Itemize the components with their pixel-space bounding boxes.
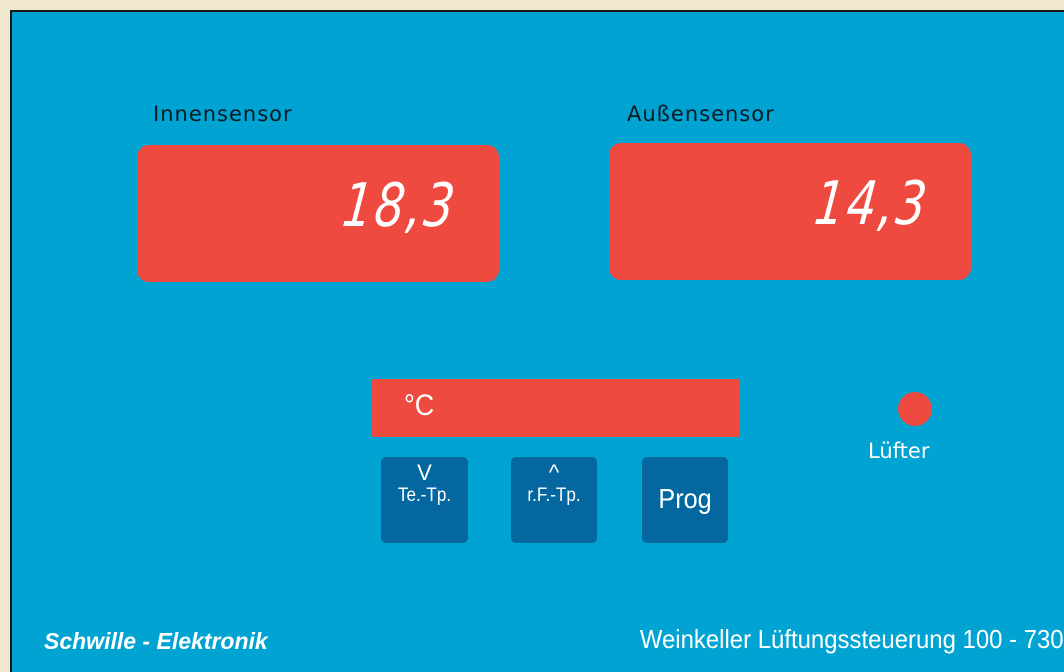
led-dot-icon xyxy=(898,392,932,426)
prog-button[interactable]: Prog xyxy=(642,457,728,543)
outer-sensor-display: 14,3 xyxy=(609,143,971,280)
brand-name: Schwille - Elektronik xyxy=(44,628,268,654)
unit-text: °C xyxy=(404,389,435,422)
humidity-up-button[interactable]: ^ r.F.-Tp. xyxy=(511,457,597,543)
product-name: Weinkeller Lüftungssteuerung 100 - 730 xyxy=(640,624,1064,654)
fan-label: Lüfter xyxy=(868,439,930,463)
inner-sensor-label: Innensensor xyxy=(153,102,293,126)
outer-sensor-label: Außensensor xyxy=(627,102,775,126)
inner-sensor-reading: 18,3 xyxy=(339,171,461,241)
outer-sensor-reading: 14,3 xyxy=(811,169,933,239)
control-panel: Innensensor 18,3 Außensensor 14,3 °C V T… xyxy=(10,10,1064,672)
up-arrow-icon: ^ xyxy=(548,460,560,485)
humidity-up-label: r.F.-Tp. xyxy=(527,485,581,506)
down-arrow-icon: V xyxy=(417,460,432,485)
prog-label: Prog xyxy=(658,483,712,514)
temperature-down-label: Te.-Tp. xyxy=(397,485,452,506)
inner-sensor-display: 18,3 xyxy=(137,145,499,282)
unit-display: °C xyxy=(372,379,740,437)
temperature-down-button[interactable]: V Te.-Tp. xyxy=(381,457,468,543)
